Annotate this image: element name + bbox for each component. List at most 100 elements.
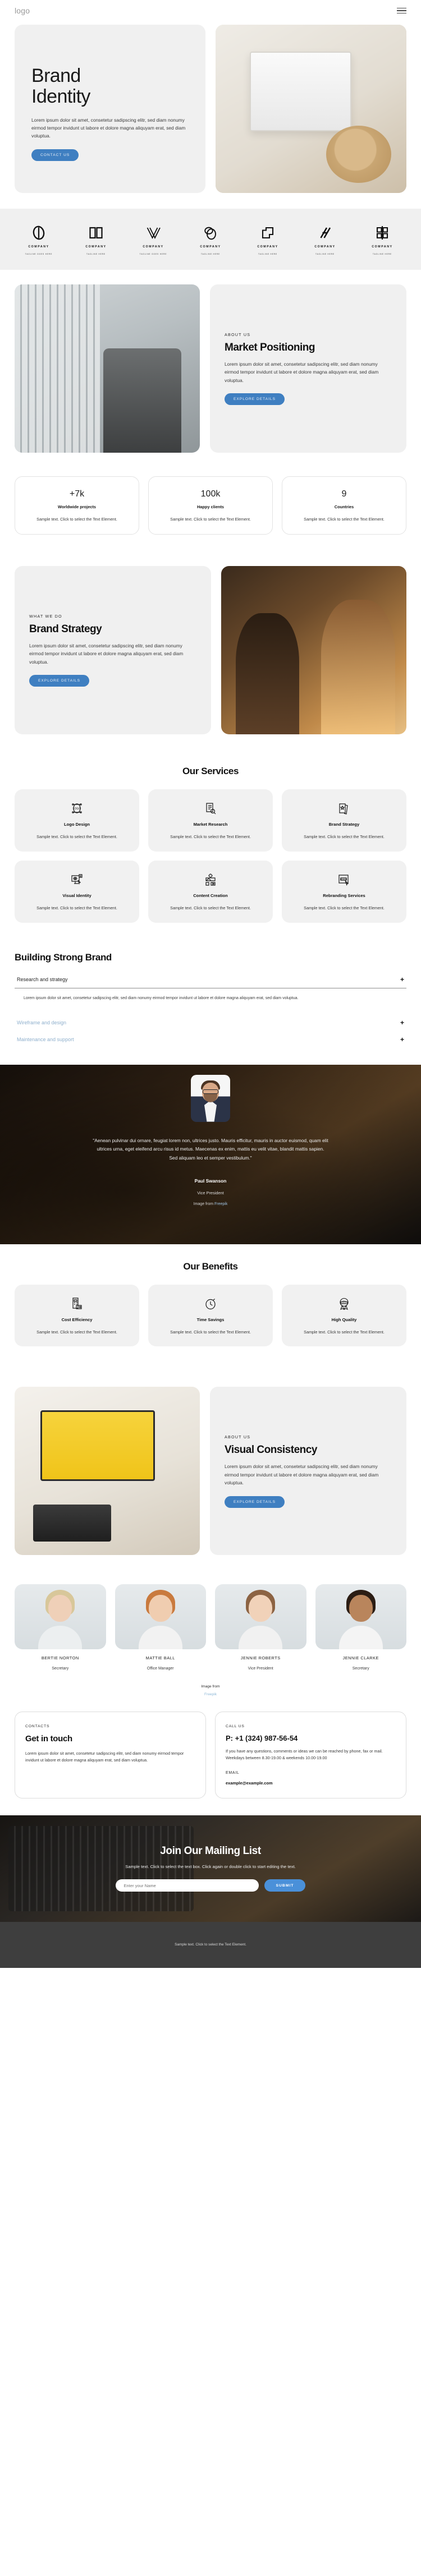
mailing-list-title: Join Our Mailing List	[160, 1845, 261, 1857]
high-quality-icon: HIGH QUALITY	[290, 1296, 399, 1312]
plus-icon[interactable]: +	[400, 1019, 404, 1026]
client-logo-1: COMPANY TAGLINE GOES HERE	[15, 224, 63, 255]
accordion-item-research-and-strategy[interactable]: Research and strategy +	[15, 971, 406, 988]
chevron-lines-logo-icon	[145, 224, 162, 241]
team-member-2-photo	[115, 1584, 206, 1650]
freepik-link[interactable]: Freepik	[214, 1202, 227, 1206]
stat-3-number: 9	[341, 489, 347, 499]
team-member-4-role: Secretary	[352, 1667, 369, 1671]
overlapping-circles-logo-icon	[202, 224, 219, 241]
team-image-credit: Image from Freepik	[0, 1673, 421, 1702]
service-card-market-research[interactable]: Market Research Sample text. Click to se…	[148, 789, 273, 852]
team-section: BERTIE NORTON Secretary MATTIE BALL Offi…	[0, 1570, 421, 1673]
team-member-2: MATTIE BALL Office Manager	[115, 1584, 206, 1671]
team-member-2-role: Office Manager	[147, 1667, 174, 1671]
services-row-2: Visual Identity Sample text. Click to se…	[15, 860, 406, 923]
brand-strategy-section: WHAT WE DO Brand Strategy Lorem ipsum do…	[0, 551, 421, 749]
hero-title-line-1: Brand	[31, 65, 81, 87]
monogram-logo-icon	[374, 224, 391, 241]
benefit-card-cost-efficiency[interactable]: Cost Efficiency Sample text. Click to se…	[15, 1284, 139, 1347]
services-row-1: LOGO Logo Design Sample text. Click to s…	[15, 789, 406, 852]
service-4-text: Sample text. Click to select the Text El…	[36, 905, 117, 910]
visual-paragraph: Lorem ipsum dolor sit amet, consetetur s…	[225, 1464, 379, 1486]
services-title: Our Services	[182, 765, 239, 776]
stat-2-label: Happy clients	[196, 504, 225, 509]
team-member-4-photo	[315, 1584, 406, 1650]
visual-title: Visual Consistency	[225, 1444, 317, 1456]
contacts-eyebrow: CONTACTS	[25, 1724, 50, 1728]
submit-button[interactable]: SUBMIT	[264, 1879, 305, 1892]
service-6-text: Sample text. Click to select the Text El…	[304, 905, 385, 910]
team-member-3-photo	[215, 1584, 306, 1650]
market-explore-details-button[interactable]: EXPLORE DETAILS	[225, 393, 285, 406]
building-strong-brand-section: Building Strong Brand Research and strat…	[0, 949, 421, 1065]
client-logo-5-name: COMPANY	[257, 245, 278, 249]
stat-1-text: Sample text. Click to select the Text El…	[36, 517, 117, 522]
benefit-2-title: Time Savings	[196, 1317, 225, 1322]
name-input[interactable]	[116, 1879, 259, 1892]
hamburger-menu-icon[interactable]	[397, 7, 406, 14]
testimonial-author-role: Vice President	[197, 1190, 224, 1196]
accordion-item-wireframe-and-design[interactable]: Wireframe and design +	[15, 1014, 406, 1031]
freepik-link[interactable]: Freepik	[0, 1691, 421, 1698]
client-logo-3: COMPANY TAGLINE GOES HERE	[129, 224, 177, 255]
benefit-card-high-quality[interactable]: HIGH QUALITY High Quality Sample text. Cl…	[282, 1284, 406, 1347]
logo-design-icon: LOGO	[22, 801, 131, 816]
book-logo-icon	[88, 224, 104, 241]
visual-consistency-card: ABOUT US Visual Consistency Lorem ipsum …	[210, 1387, 406, 1556]
hero-image	[216, 25, 406, 193]
footer-text: Sample text. Click to select the Text El…	[175, 1943, 246, 1947]
client-logo-6-tagline: TAGLINE HERE	[315, 253, 335, 255]
team-credit-prefix: Image from	[201, 1685, 220, 1689]
service-card-rebranding[interactable]: BRAND Rebranding Services Sample text. C…	[282, 860, 406, 923]
team-member-2-name: MATTIE BALL	[145, 1655, 175, 1661]
visual-explore-details-button[interactable]: EXPLORE DETAILS	[225, 1496, 285, 1508]
benefit-3-title: High Quality	[331, 1317, 357, 1322]
site-logo[interactable]: logo	[15, 6, 30, 15]
client-logo-4-tagline: TAGLINE HERE	[201, 253, 220, 255]
service-6-title: Rebranding Services	[323, 893, 365, 898]
service-card-logo-design[interactable]: LOGO Logo Design Sample text. Click to s…	[15, 789, 139, 852]
client-logo-6: COMPANY TAGLINE HERE	[301, 224, 349, 255]
service-card-content-creation[interactable]: Content Creation Sample text. Click to s…	[148, 860, 273, 923]
avatar-beard	[204, 1093, 217, 1103]
hero-text-card: Brand Identity Lorem ipsum dolor sit ame…	[15, 25, 205, 193]
plus-icon[interactable]: +	[400, 976, 404, 983]
accordion-title: Building Strong Brand	[15, 951, 112, 963]
client-logo-4-name: COMPANY	[200, 245, 221, 249]
benefit-card-time-savings[interactable]: Time Savings Sample text. Click to selec…	[148, 1284, 273, 1347]
stat-3-text: Sample text. Click to select the Text El…	[304, 517, 385, 522]
benefit-2-text: Sample text. Click to select the Text El…	[170, 1329, 251, 1335]
landing-page: logo Brand Identity Lorem ipsum dolor si…	[0, 0, 421, 1968]
hero-paragraph: Lorem ipsum dolor sit amet, consetetur s…	[31, 117, 186, 139]
stat-3-label: Countries	[334, 504, 354, 509]
email-address[interactable]: example@example.com	[226, 1781, 396, 1786]
service-5-title: Content Creation	[193, 893, 228, 898]
service-4-title: Visual Identity	[62, 893, 91, 898]
market-positioning-section: ABOUT US Market Positioning Lorem ipsum …	[0, 270, 421, 467]
get-in-touch-card: CONTACTS Get in touch Lorem ipsum dolor …	[15, 1711, 206, 1798]
market-paragraph: Lorem ipsum dolor sit amet, consetetur s…	[225, 361, 379, 383]
accordion-item-maintenance-and-support[interactable]: Maintenance and support +	[15, 1031, 406, 1048]
service-card-visual-identity[interactable]: Visual Identity Sample text. Click to se…	[15, 860, 139, 923]
benefit-3-text: Sample text. Click to select the Text El…	[304, 1329, 385, 1335]
stat-card-3: 9 Countries Sample text. Click to select…	[282, 476, 406, 535]
contact-us-button[interactable]: CONTACT US	[31, 149, 79, 161]
benefits-title: Our Benefits	[183, 1261, 238, 1272]
client-logo-5: COMPANY TAGLINE HERE	[244, 224, 292, 255]
stat-card-2: 100k Happy clients Sample text. Click to…	[148, 476, 273, 535]
phone-number[interactable]: P: +1 (324) 987-56-54	[226, 1734, 396, 1742]
plus-icon[interactable]: +	[400, 1036, 404, 1043]
office-photo	[15, 284, 200, 453]
testimonial-section: "Aenean pulvinar dui ornare, feugiat lor…	[0, 1064, 421, 1244]
hero-title-line-2: Identity	[31, 85, 90, 107]
hero-title: Brand Identity	[31, 66, 189, 107]
accordion-item-2-label: Wireframe and design	[17, 1019, 67, 1025]
client-logo-7: COMPANY TAGLINE HERE	[358, 224, 406, 255]
client-logo-1-name: COMPANY	[28, 245, 49, 249]
desk-keyboard-photo	[216, 25, 406, 193]
service-card-brand-strategy[interactable]: Brand Strategy Sample text. Click to sel…	[282, 789, 406, 852]
client-logo-7-name: COMPANY	[372, 245, 393, 249]
benefits-row: Cost Efficiency Sample text. Click to se…	[15, 1284, 406, 1347]
strategy-explore-details-button[interactable]: EXPLORE DETAILS	[29, 675, 89, 687]
